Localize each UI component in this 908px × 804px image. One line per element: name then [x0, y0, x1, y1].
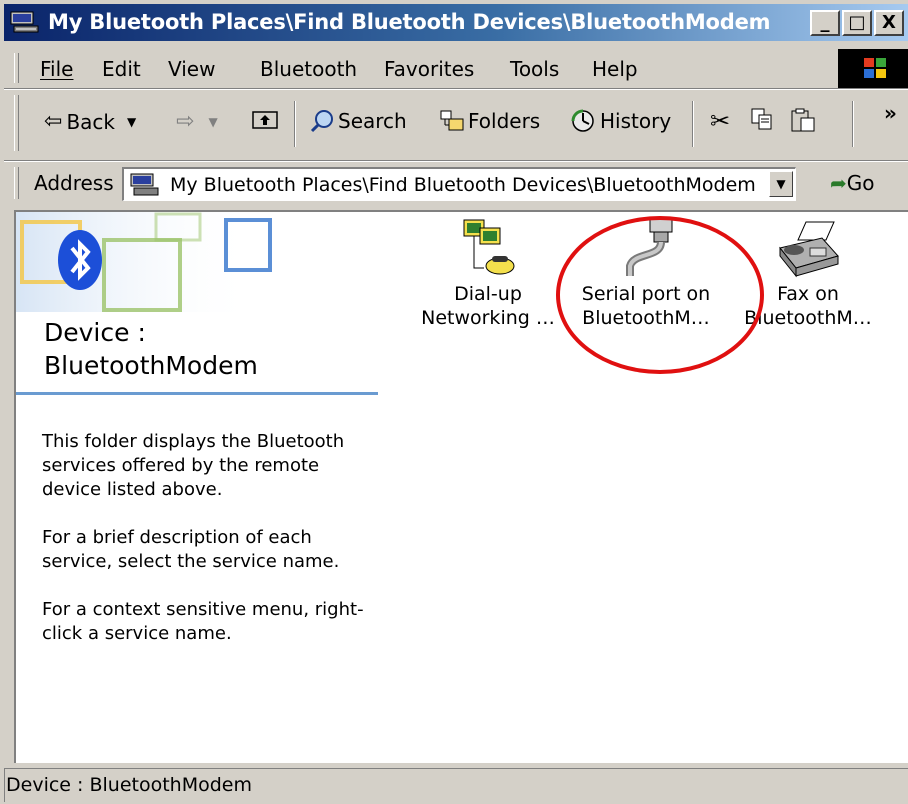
folders-button[interactable]: Folders	[440, 109, 540, 133]
menu-tools[interactable]: Tools	[510, 57, 559, 81]
dialup-networking-icon	[463, 219, 515, 275]
bluetooth-banner	[16, 212, 272, 312]
up-folder-button[interactable]	[252, 107, 278, 129]
search-icon	[310, 110, 333, 133]
address-bar: Address My Bluetooth Places\Find Bluetoo…	[4, 163, 908, 203]
scissors-icon: ✂	[710, 107, 731, 135]
forward-button[interactable]: ⇨ ▼	[176, 109, 218, 134]
panel-divider	[16, 392, 378, 395]
folders-icon	[440, 110, 464, 131]
windows-flag-icon	[864, 58, 886, 78]
paste-button[interactable]	[790, 107, 816, 133]
menu-file[interactable]: File	[40, 57, 73, 81]
fax-icon	[779, 221, 839, 278]
close-button[interactable]: X	[874, 10, 904, 36]
address-input[interactable]: My Bluetooth Places\Find Bluetooth Devic…	[122, 167, 796, 201]
forward-dropdown-icon[interactable]: ▼	[208, 115, 217, 129]
highlight-ellipse	[556, 216, 764, 374]
panel-description: This folder displays the Bluetooth servi…	[42, 431, 364, 644]
back-button[interactable]: ⇦ Back ▼	[44, 109, 136, 134]
address-dropdown-button[interactable]: ▼	[769, 171, 793, 197]
menu-edit[interactable]: Edit	[102, 57, 141, 81]
forward-arrow-icon: ⇨	[176, 109, 195, 134]
bluetooth-logo-icon	[58, 230, 102, 290]
status-text: Device : BluetoothModem	[6, 774, 252, 796]
standard-toolbar: ⇦ Back ▼ ⇨ ▼ Search Folders History ✂ »	[4, 91, 908, 161]
toolbar-separator-line	[4, 160, 908, 162]
copy-icon	[751, 108, 772, 130]
maximize-button[interactable]: □	[842, 10, 872, 36]
paste-icon	[791, 108, 815, 132]
menu-bar: File Edit View Bluetooth Favorites Tools…	[4, 49, 908, 89]
copy-button[interactable]	[750, 107, 774, 131]
cut-button[interactable]: ✂	[710, 107, 730, 135]
bluetooth-places-icon	[10, 11, 39, 33]
go-button[interactable]: ➦Go	[830, 171, 875, 195]
toolbar-separator	[294, 101, 296, 147]
dropdown-arrow-icon: ▼	[776, 177, 786, 191]
service-dialup-networking[interactable]: Dial-up Networking …	[418, 218, 558, 330]
address-label: Address	[34, 171, 114, 195]
history-button[interactable]: History	[570, 109, 671, 133]
back-arrow-icon: ⇦	[44, 109, 63, 134]
menu-help[interactable]: Help	[592, 57, 638, 81]
toolbar-grip[interactable]	[14, 95, 19, 151]
toolbar-separator-3	[852, 101, 854, 147]
menu-separator	[4, 88, 908, 90]
search-button[interactable]: Search	[310, 109, 407, 133]
menu-grip[interactable]	[14, 53, 19, 83]
back-dropdown-icon[interactable]: ▼	[127, 115, 136, 129]
device-title: Device : BluetoothModem	[44, 318, 258, 380]
minimize-button[interactable]: _	[810, 10, 840, 36]
menu-favorites[interactable]: Favorites	[384, 57, 474, 81]
explorer-window: My Bluetooth Places\Find Bluetooth Devic…	[0, 0, 908, 804]
menu-bluetooth[interactable]: Bluetooth	[260, 57, 357, 81]
toolbar-overflow-button[interactable]: »	[884, 101, 897, 125]
folder-view[interactable]: Device : BluetoothModem This folder disp…	[14, 210, 908, 763]
history-icon	[571, 109, 594, 132]
title-bar[interactable]: My Bluetooth Places\Find Bluetooth Devic…	[4, 4, 908, 41]
address-grip[interactable]	[14, 167, 19, 199]
toolbar-separator-2	[692, 101, 694, 147]
window-title: My Bluetooth Places\Find Bluetooth Devic…	[48, 10, 771, 34]
windows-logo	[838, 49, 908, 89]
status-bar: Device : BluetoothModem	[4, 766, 908, 804]
menu-view[interactable]: View	[168, 57, 215, 81]
go-arrow-icon: ➦	[830, 171, 847, 195]
bluetooth-places-small-icon	[130, 173, 159, 196]
up-folder-icon	[252, 111, 278, 129]
